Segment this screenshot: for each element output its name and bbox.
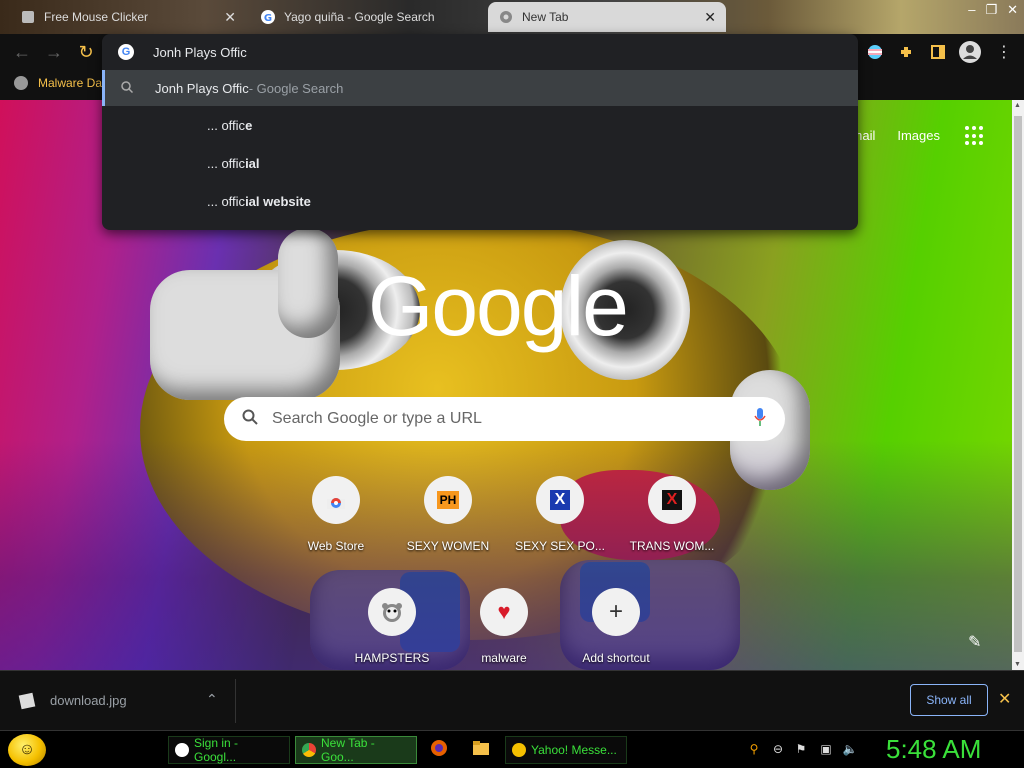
minimize-icon[interactable]: –: [968, 2, 975, 18]
folder-icon[interactable]: [472, 739, 490, 757]
images-link[interactable]: Images: [897, 128, 940, 143]
chrome-icon: [498, 9, 514, 25]
taskbar-item-new-tab[interactable]: New Tab - Goo...: [295, 736, 417, 764]
minus-circle-icon[interactable]: ⊖: [770, 741, 786, 757]
tab-strip: Free Mouse Clicker ✕ G Yago quiña - Goog…: [0, 0, 1024, 34]
chevron-up-icon[interactable]: ⌃: [206, 691, 218, 708]
google-logo: Google: [368, 259, 629, 353]
google-apps-icon[interactable]: [965, 126, 985, 146]
downloads-bar: download.jpg ⌃ Show all ✕: [0, 670, 1024, 730]
tab-google-search[interactable]: G Yago quiña - Google Search: [250, 2, 486, 32]
extension-flag-icon[interactable]: [865, 42, 885, 62]
google-icon: G: [260, 9, 276, 25]
close-icon[interactable]: ✕: [998, 689, 1011, 709]
shortcut-web-store[interactable]: Web Store: [280, 476, 392, 553]
scrollbar-thumb[interactable]: [1014, 116, 1022, 652]
omnibox-input[interactable]: Jonh Plays Offic: [153, 45, 247, 60]
microphone-icon[interactable]: [753, 407, 767, 432]
bookmark-label: Malware Da: [38, 76, 103, 90]
add-shortcut-button[interactable]: + Add shortcut: [560, 588, 672, 665]
plus-icon: +: [592, 588, 640, 636]
ntp-top-links: mail Images: [852, 128, 940, 143]
forward-arrow-icon[interactable]: →: [44, 42, 64, 62]
omnibox-dropdown: G Jonh Plays Offic Jonh Plays Offic - Go…: [102, 34, 858, 230]
google-icon: G: [118, 44, 134, 60]
shortcut-sexy-women[interactable]: PH SEXY WOMEN: [392, 476, 504, 553]
search-icon[interactable]: ⚲: [746, 741, 762, 757]
close-icon[interactable]: ✕: [224, 9, 236, 26]
download-item[interactable]: download.jpg: [18, 692, 127, 709]
close-icon[interactable]: ✕: [704, 9, 716, 26]
window-controls: – ❐ ✕: [968, 2, 1018, 18]
tab-title: Free Mouse Clicker: [44, 10, 149, 24]
shortcut-sexy-sex-po[interactable]: X SEXY SEX PO...: [504, 476, 616, 553]
tab-free-mouse-clicker[interactable]: Free Mouse Clicker ✕: [10, 2, 246, 32]
search-icon: [242, 409, 258, 430]
shortcut-malware[interactable]: ♥ malware: [448, 588, 560, 665]
scroll-up-icon[interactable]: ▲: [1014, 102, 1021, 109]
start-emoji-icon[interactable]: ☺: [8, 734, 46, 766]
firefox-icon[interactable]: [430, 739, 448, 757]
google-icon: [175, 743, 189, 757]
yahoo-smiley-icon: [512, 743, 526, 757]
ntp-search-box[interactable]: [224, 397, 785, 441]
tab-title: Yago quiña - Google Search: [284, 10, 435, 24]
globe-icon: [14, 76, 28, 90]
scroll-down-icon[interactable]: ▼: [1014, 661, 1021, 668]
tab-new-tab[interactable]: New Tab ✕: [488, 2, 726, 32]
maximize-icon[interactable]: ❐: [985, 2, 997, 18]
heart-icon: ♥: [480, 588, 528, 636]
x-blue-icon: X: [536, 476, 584, 524]
os-taskbar: ☺ Sign in - Googl... New Tab - Goo... Ya…: [0, 730, 1024, 768]
window-close-icon[interactable]: ✕: [1007, 2, 1018, 18]
profile-avatar[interactable]: [958, 41, 982, 63]
omnibox-suggestion[interactable]: ... offic ial: [102, 144, 858, 182]
ph-icon: PH: [424, 476, 472, 524]
volume-icon[interactable]: 🔈: [842, 741, 858, 757]
network-icon[interactable]: ▣: [818, 741, 834, 757]
back-arrow-icon[interactable]: ←: [12, 42, 32, 62]
app-icon: [20, 9, 36, 25]
shortcut-hampsters[interactable]: HAMPSTERS: [336, 588, 448, 665]
action-center-flag-icon[interactable]: ⚑: [793, 741, 809, 757]
menu-kebab-icon[interactable]: ⋮: [994, 42, 1014, 62]
bookmark-malware[interactable]: Malware Da: [14, 76, 102, 90]
svg-text:G: G: [264, 13, 272, 24]
divider: [235, 679, 236, 723]
search-icon: [121, 80, 137, 96]
taskbar-item-sign-in[interactable]: Sign in - Googl...: [168, 736, 290, 764]
page-scrollbar[interactable]: ▲ ▼: [1012, 100, 1024, 670]
puzzle-extensions-icon[interactable]: [896, 42, 916, 62]
hamster-icon: [368, 588, 416, 636]
chrome-icon: [302, 743, 316, 757]
background-thumb: [278, 228, 338, 338]
tab-title: New Tab: [522, 10, 569, 24]
file-icon: [18, 692, 36, 709]
omnibox-input-row[interactable]: G Jonh Plays Offic: [102, 34, 858, 70]
side-panel-icon[interactable]: [928, 42, 948, 62]
taskbar-clock[interactable]: 5:48 AM: [886, 734, 981, 765]
search-input[interactable]: [272, 410, 753, 428]
omnibox-suggestion[interactable]: ... offic e: [102, 106, 858, 144]
chrome-webstore-icon: [312, 476, 360, 524]
x-red-icon: X: [648, 476, 696, 524]
show-all-button[interactable]: Show all: [910, 684, 988, 716]
omnibox-suggestion[interactable]: ... offic ial website: [102, 182, 858, 220]
taskbar-item-yahoo-messenger[interactable]: Yahoo! Messe...: [505, 736, 627, 764]
reload-icon[interactable]: ↻: [76, 42, 96, 62]
customize-pencil-icon[interactable]: ✎: [968, 632, 981, 652]
omnibox-suggestion-search[interactable]: Jonh Plays Offic - Google Search: [102, 70, 858, 106]
shortcut-trans-wom[interactable]: X TRANS WOM...: [616, 476, 728, 553]
